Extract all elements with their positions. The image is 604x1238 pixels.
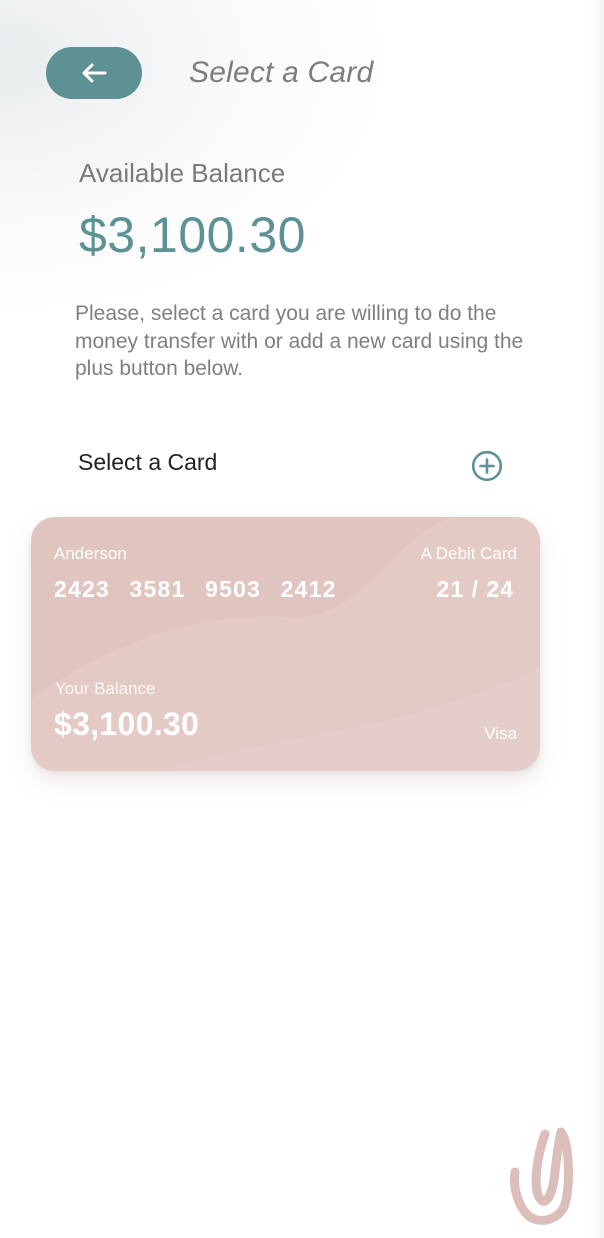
plus-circle-icon — [471, 450, 503, 482]
card-network: Visa — [484, 724, 517, 743]
card-number: 2423 3581 9503 2412 — [54, 576, 337, 602]
select-card-screen: Select a Card Available Balance $3,100.3… — [0, 0, 604, 1238]
card-holder-name: Anderson — [54, 544, 127, 563]
available-balance-amount: $3,100.30 — [79, 207, 306, 263]
select-card-heading: Select a Card — [78, 449, 218, 475]
debit-card[interactable]: Anderson A Debit Card 2423 3581 9503 241… — [31, 517, 540, 771]
card-type-label: A Debit Card — [420, 544, 517, 563]
page-title: Select a Card — [189, 56, 374, 89]
available-balance-label: Available Balance — [79, 158, 286, 188]
card-expiry: 21 / 24 — [436, 576, 514, 602]
instructions-text: Please, select a card you are willing to… — [75, 302, 524, 380]
card-balance: $3,100.30 — [54, 706, 200, 742]
add-card-button[interactable] — [471, 450, 503, 482]
arrow-left-icon — [82, 63, 107, 83]
back-button[interactable] — [46, 47, 142, 99]
brush-stroke-logo-icon — [510, 1127, 573, 1225]
card-balance-label: Your Balance — [55, 679, 156, 698]
